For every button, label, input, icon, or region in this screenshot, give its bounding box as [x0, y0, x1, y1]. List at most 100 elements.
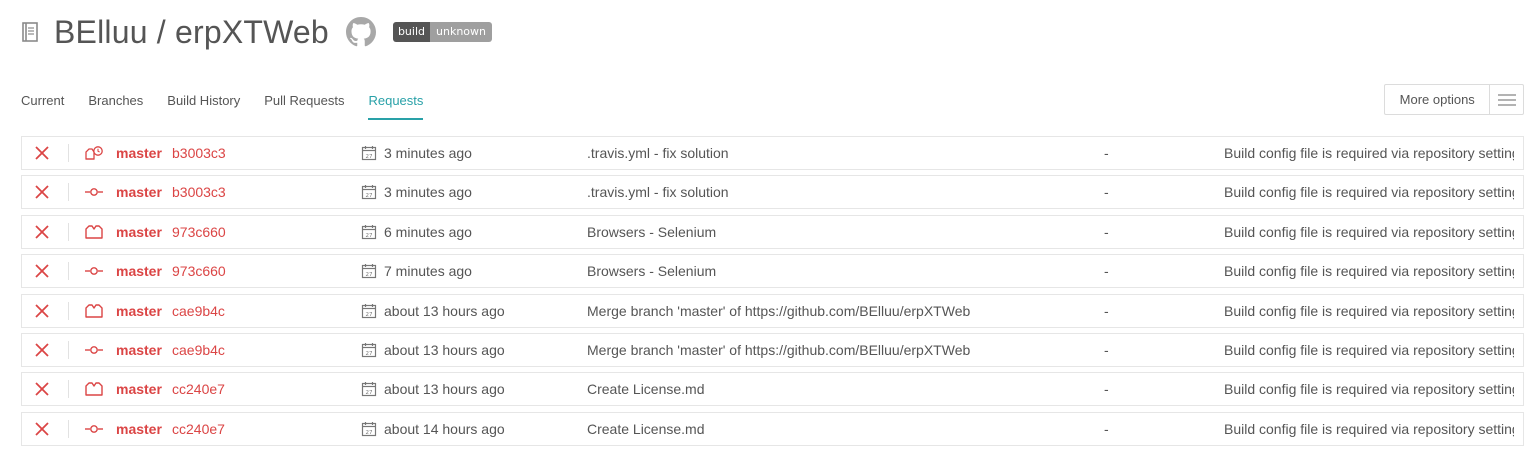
repo-title: BElluu / erpXTWeb [54, 13, 329, 50]
build-placeholder: - [1104, 184, 1109, 201]
branch-name[interactable]: master [116, 176, 162, 208]
request-result: Build config file is required via reposi… [1224, 341, 1514, 358]
request-row[interactable]: master cae9b4c 27 about 13 hours ago Merg… [21, 332, 1524, 367]
tab-current[interactable]: Current [21, 93, 64, 120]
commit-sha[interactable]: 973c660 [172, 216, 226, 248]
api-icon [84, 373, 104, 405]
time-text: about 13 hours ago [384, 341, 505, 358]
branch-name[interactable]: master [116, 413, 162, 445]
commit-sha[interactable]: cae9b4c [172, 334, 225, 366]
calendar-icon: 27 [361, 421, 377, 437]
commit-sha[interactable]: cc240e7 [172, 413, 225, 445]
request-result: Build config file is required via reposi… [1224, 302, 1514, 319]
svg-text:27: 27 [366, 272, 373, 278]
time-text: about 13 hours ago [384, 302, 505, 319]
divider [68, 419, 69, 438]
commit-sha[interactable]: b3003c3 [172, 176, 226, 208]
badge-label: build [392, 22, 430, 42]
branch-name[interactable]: master [116, 373, 162, 405]
calendar-icon: 27 [361, 145, 377, 161]
x-icon [34, 216, 50, 248]
calendar-icon: 27 [361, 342, 377, 358]
commit-message: .travis.yml - fix solution [587, 184, 729, 201]
request-time: 27 6 minutes ago [361, 216, 472, 248]
push-icon [84, 334, 104, 366]
svg-text:27: 27 [366, 430, 373, 436]
commit-sha[interactable]: cae9b4c [172, 295, 225, 327]
x-icon [34, 334, 50, 366]
commit-sha[interactable]: 973c660 [172, 255, 226, 287]
divider [68, 380, 69, 399]
x-icon [34, 137, 50, 169]
request-time: 27 about 14 hours ago [361, 413, 505, 445]
commit-message: Browsers - Selenium [587, 223, 717, 240]
x-icon [34, 295, 50, 327]
calendar-icon: 27 [361, 263, 377, 279]
svg-text:27: 27 [366, 233, 373, 239]
request-row[interactable]: master cae9b4c 27 about 13 hours ago Merg… [21, 293, 1524, 328]
github-icon[interactable] [345, 17, 376, 47]
cron-icon [84, 137, 104, 169]
commit-sha[interactable]: b3003c3 [172, 137, 226, 169]
hamburger-menu-icon[interactable] [1489, 85, 1523, 114]
build-placeholder: - [1104, 341, 1109, 358]
request-result: Build config file is required via reposi… [1224, 145, 1514, 161]
build-status-badge[interactable]: build unknown [392, 22, 492, 42]
push-icon [84, 176, 104, 208]
commit-sha[interactable]: cc240e7 [172, 373, 225, 405]
calendar-icon: 27 [361, 381, 377, 397]
calendar-icon: 27 [361, 184, 377, 200]
time-text: 6 minutes ago [384, 223, 472, 240]
repo-tabs: Current Branches Build History Pull Requ… [21, 93, 447, 120]
requests-list: master b3003c3 27 3 minutes ago .travis.y… [21, 136, 1524, 451]
more-options-label: More options [1399, 92, 1475, 107]
request-time: 27 about 13 hours ago [361, 334, 505, 366]
push-icon [84, 413, 104, 445]
commit-message: Merge branch 'master' of https://github.… [587, 341, 971, 358]
divider [68, 144, 69, 162]
request-time: 27 3 minutes ago [361, 176, 472, 208]
request-row[interactable]: master b3003c3 27 3 minutes ago .travis.y… [21, 136, 1524, 170]
calendar-icon: 27 [361, 303, 377, 319]
build-placeholder: - [1104, 420, 1109, 437]
request-row[interactable]: master cc240e7 27 about 14 hours ago Crea… [21, 411, 1524, 446]
x-icon [34, 255, 50, 287]
x-icon [34, 176, 50, 208]
tab-requests[interactable]: Requests [368, 93, 424, 120]
x-icon [34, 373, 50, 405]
branch-name[interactable]: master [116, 334, 162, 366]
request-time: 27 about 13 hours ago [361, 373, 505, 405]
tab-build-history[interactable]: Build History [167, 93, 240, 120]
api-icon [84, 295, 104, 327]
repo-header: BElluu / erpXTWeb build unknown [20, 12, 492, 52]
svg-text:27: 27 [366, 154, 373, 160]
tab-branches[interactable]: Branches [88, 93, 143, 120]
request-row[interactable]: master cc240e7 27 about 13 hours ago Crea… [21, 372, 1524, 407]
request-result: Build config file is required via reposi… [1224, 184, 1514, 201]
commit-message: Browsers - Selenium [587, 263, 717, 280]
branch-name[interactable]: master [116, 295, 162, 327]
request-time: 27 7 minutes ago [361, 255, 472, 287]
request-result: Build config file is required via reposi… [1224, 263, 1514, 280]
build-placeholder: - [1104, 302, 1109, 319]
request-time: 27 about 13 hours ago [361, 295, 505, 327]
request-row[interactable]: master 973c660 27 6 minutes ago Browsers … [21, 214, 1524, 249]
build-placeholder: - [1104, 223, 1109, 240]
request-row[interactable]: master b3003c3 27 3 minutes ago .travis.y… [21, 175, 1524, 210]
svg-text:27: 27 [366, 390, 373, 396]
more-options-button[interactable]: More options [1384, 84, 1524, 115]
calendar-icon: 27 [361, 224, 377, 240]
branch-name[interactable]: master [116, 216, 162, 248]
push-icon [84, 255, 104, 287]
tab-pull-requests[interactable]: Pull Requests [264, 93, 344, 120]
request-row[interactable]: master 973c660 27 7 minutes ago Browsers … [21, 254, 1524, 289]
request-result: Build config file is required via reposi… [1224, 223, 1514, 240]
commit-message: Merge branch 'master' of https://github.… [587, 302, 971, 319]
branch-name[interactable]: master [116, 255, 162, 287]
build-placeholder: - [1104, 145, 1109, 161]
badge-value: unknown [430, 22, 492, 42]
divider [68, 222, 69, 241]
branch-name[interactable]: master [116, 137, 162, 169]
request-result: Build config file is required via reposi… [1224, 381, 1514, 398]
divider [68, 301, 69, 320]
